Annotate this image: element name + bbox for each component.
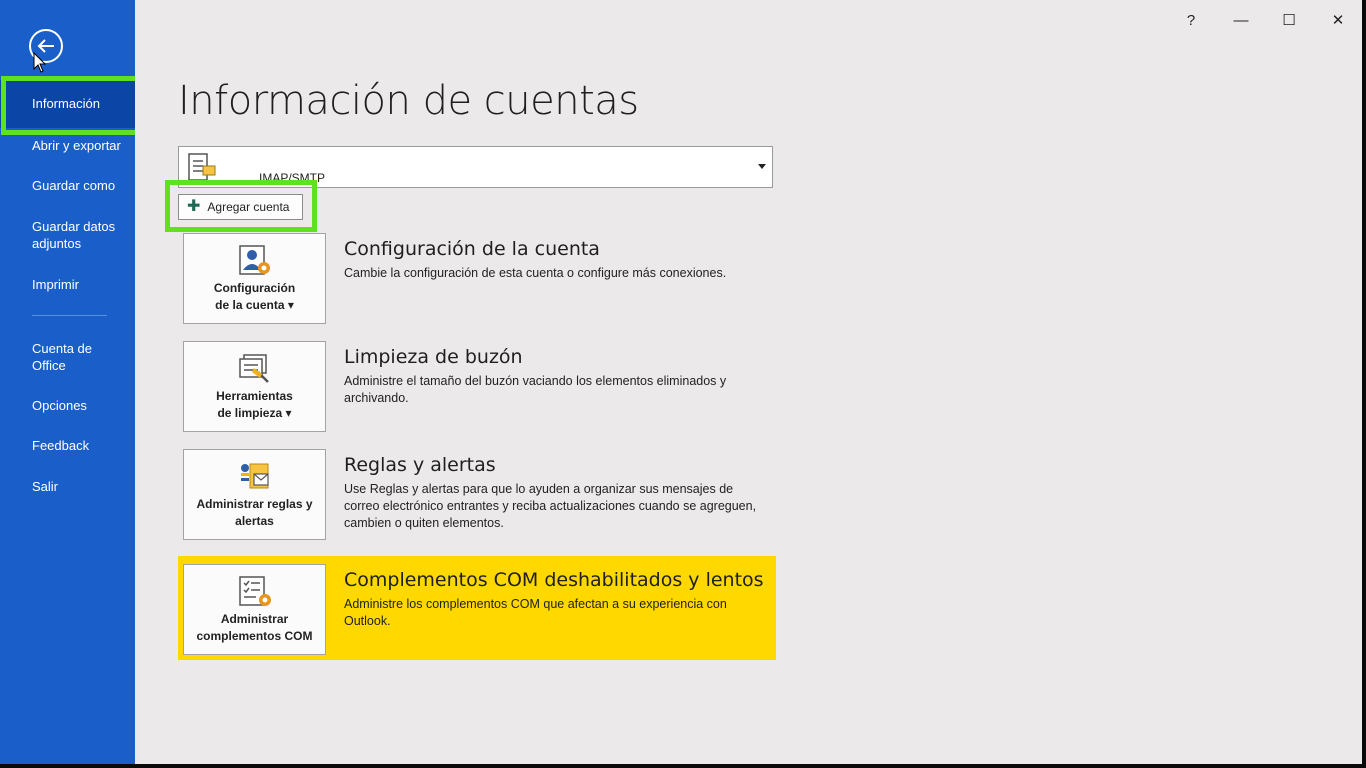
section-title: Reglas y alertas [344, 454, 496, 476]
cleanup-tools-icon [239, 354, 269, 383]
nav-salir[interactable]: Salir [0, 478, 135, 495]
nav-cuenta-office[interactable]: Cuenta de Office [0, 340, 135, 374]
rules-alerts-icon [241, 463, 269, 489]
mouse-cursor-icon [33, 52, 47, 73]
tile-label: Administrar complementos COM [184, 611, 325, 645]
nav-label: Opciones [32, 398, 87, 413]
section-title: Complementos COM deshabilitados y lentos [344, 569, 764, 591]
nav-opciones[interactable]: Opciones [0, 397, 135, 414]
nav-label: Abrir y exportar [32, 138, 121, 153]
tile-label-line: de la cuenta ▾ [215, 298, 294, 312]
tile-label: Administrar reglas y alertas [184, 496, 325, 530]
nav-label: Feedback [32, 438, 90, 453]
rules-alerts-tile[interactable]: Administrar reglas y alertas [183, 449, 326, 540]
nav-label: Cuenta de Office [32, 341, 92, 373]
section-description: Administre los complementos COM que afec… [344, 597, 727, 628]
highlight-box-informacion [1, 76, 146, 135]
minimize-button[interactable]: — [1226, 8, 1256, 32]
section-description: Use Reglas y alertas para que lo ayuden … [344, 482, 757, 530]
com-addins-icon [239, 576, 271, 606]
com-addins-tile[interactable]: Administrar complementos COM [183, 564, 326, 655]
account-settings-tile[interactable]: Configuración de la cuenta ▾ [183, 233, 326, 324]
back-arrow-icon [37, 39, 54, 53]
close-label: ✕ [1331, 12, 1345, 29]
nav-label: Salir [32, 479, 59, 494]
tile-label-line: Configuración [213, 281, 296, 295]
close-button[interactable]: ✕ [1323, 8, 1353, 32]
section-title: Configuración de la cuenta [344, 238, 600, 260]
nav-guardar-como[interactable]: Guardar como [0, 177, 135, 194]
nav-label: Guardar datos adjuntos [32, 219, 116, 251]
tile-label: Configuración de la cuenta ▾ [184, 280, 325, 314]
cleanup-tools-tile[interactable]: Herramientas de limpieza ▾ [183, 341, 326, 432]
tile-label-line: alertas [235, 514, 274, 528]
nav-guardar-datos-adjuntos[interactable]: Guardar datos adjuntos [0, 218, 135, 252]
nav-imprimir[interactable]: Imprimir [0, 276, 135, 293]
nav-divider [32, 315, 107, 316]
page-title: Información de cuentas [178, 78, 639, 124]
section-description: Administre el tamaño del buzón vaciando … [344, 374, 727, 405]
tile-label-line: Herramientas [216, 389, 293, 403]
chevron-down-icon [758, 164, 766, 169]
minimize-label: — [1233, 11, 1249, 29]
tile-label-line: Administrar reglas y [196, 497, 313, 511]
help-button[interactable]: ? [1176, 8, 1206, 32]
maximize-label: ☐ [1282, 12, 1296, 29]
account-settings-icon [239, 245, 270, 275]
tile-label-line: Administrar [220, 612, 289, 626]
section-title: Limpieza de buzón [344, 346, 523, 368]
help-label: ? [1186, 11, 1196, 29]
nav-label: Imprimir [32, 277, 79, 292]
tile-label: Herramientas de limpieza ▾ [184, 388, 325, 422]
section-description: Cambie la configuración de esta cuenta o… [344, 266, 727, 280]
highlight-box-agregar-cuenta [165, 180, 317, 232]
nav-feedback[interactable]: Feedback [0, 437, 135, 454]
tile-label-line: complementos COM [196, 629, 313, 643]
nav-label: Guardar como [32, 178, 116, 193]
nav-abrir-exportar[interactable]: Abrir y exportar [0, 137, 135, 154]
maximize-button[interactable]: ☐ [1274, 8, 1304, 32]
tile-label-line: de limpieza ▾ [217, 406, 292, 420]
